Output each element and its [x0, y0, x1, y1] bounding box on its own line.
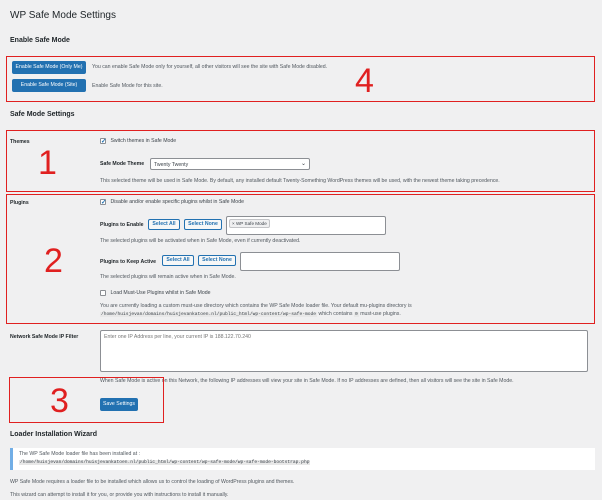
- mu-plugins-description-line1: You are currently loading a custom must-…: [100, 303, 412, 309]
- plugins-to-keep-label: Plugins to Keep Active: [100, 259, 157, 265]
- keep-select-none-button[interactable]: Select None: [198, 255, 236, 266]
- theme-select-value: Twenty Twenty: [154, 161, 189, 168]
- only-me-description: You can enable Safe Mode only for yourse…: [92, 64, 328, 70]
- mu-plugins-description-line2: /home/huisjevan/domains/huisjevankatoen.…: [100, 311, 590, 317]
- switch-themes-label: Switch themes in Safe Mode: [110, 138, 177, 145]
- plugins-label: Plugins: [10, 200, 29, 206]
- themes-label: Themes: [10, 139, 30, 145]
- site-description: Enable Safe Mode for this site.: [92, 83, 163, 89]
- disable-plugins-checkbox[interactable]: [100, 198, 106, 206]
- chevron-down-icon: ⌄: [300, 161, 306, 167]
- mu-desc-suffix: must-use plugins.: [360, 311, 401, 317]
- load-mu-plugins-checkbox[interactable]: [100, 290, 106, 296]
- loader-notice-line: The WP Safe Mode loader file has been in…: [19, 451, 141, 457]
- plugins-to-enable-field[interactable]: × WP Safe Mode: [226, 216, 386, 235]
- mu-plugins-count: 0: [353, 312, 359, 317]
- ip-filter-description: When Safe Mode is active on this Network…: [100, 378, 514, 384]
- switch-themes-row: Switch themes in Safe Mode: [100, 137, 177, 145]
- annotation-number-4: 4: [355, 62, 374, 100]
- plugins-to-keep-description: The selected plugins will remain active …: [100, 274, 236, 280]
- annotation-number-2: 2: [44, 242, 63, 280]
- enable-select-all-button[interactable]: Select All: [148, 219, 180, 230]
- loader-notice-path-wrap: /home/huisjevan/domains/huisjevankatoen.…: [19, 459, 311, 465]
- save-settings-button[interactable]: Save Settings: [100, 398, 138, 411]
- safe-mode-theme-label: Safe Mode Theme: [100, 161, 145, 167]
- loader-paragraph-2: This wizard can attempt to install it fo…: [10, 492, 229, 498]
- disable-plugins-row: Disable and/or enable specific plugins w…: [100, 198, 244, 206]
- plugins-to-keep-field[interactable]: [240, 252, 400, 271]
- load-mu-plugins-row: Load Must-Use Plugins whilst in Safe Mod…: [100, 290, 211, 296]
- ip-filter-label: Network Safe Mode IP Filter: [10, 334, 79, 340]
- loader-paragraph-1: WP Safe Mode requires a loader file to b…: [10, 479, 295, 485]
- themes-description: This selected theme will be used in Safe…: [100, 178, 500, 184]
- mu-plugins-path: /home/huisjevan/domains/huisjevankatoen.…: [100, 312, 318, 317]
- loader-path: /home/huisjevan/domains/huisjevankatoen.…: [19, 460, 311, 465]
- annotation-number-1: 1: [38, 144, 57, 182]
- annotation-box-4: [6, 56, 595, 102]
- plugins-to-enable-description: The selected plugins will be activated w…: [100, 238, 301, 244]
- switch-themes-checkbox[interactable]: [100, 137, 106, 145]
- annotation-number-3: 3: [50, 382, 69, 420]
- safe-mode-theme-select[interactable]: Twenty Twenty ⌄: [150, 158, 310, 170]
- plugins-to-enable-label: Plugins to Enable: [100, 222, 144, 228]
- loader-section-heading: Loader Installation Wizard: [10, 431, 98, 438]
- loader-notice: The WP Safe Mode loader file has been in…: [10, 448, 595, 470]
- enable-select-none-button[interactable]: Select None: [184, 219, 222, 230]
- enable-site-button[interactable]: Enable Safe Mode (Site): [12, 79, 86, 92]
- disable-plugins-label: Disable and/or enable specific plugins w…: [110, 199, 244, 206]
- settings-section-heading: Safe Mode Settings: [10, 111, 75, 118]
- enable-section-heading: Enable Safe Mode: [10, 37, 70, 44]
- mu-desc-contains: which contains: [318, 311, 353, 317]
- annotation-box-3: [9, 377, 164, 423]
- ip-filter-textarea[interactable]: [100, 330, 588, 372]
- wp-safe-mode-chip[interactable]: × WP Safe Mode: [229, 219, 270, 228]
- load-mu-plugins-label: Load Must-Use Plugins whilst in Safe Mod…: [110, 290, 211, 297]
- page-title: WP Safe Mode Settings: [10, 10, 116, 21]
- enable-only-me-button[interactable]: Enable Safe Mode (Only Me): [12, 61, 86, 74]
- keep-select-all-button[interactable]: Select All: [162, 255, 194, 266]
